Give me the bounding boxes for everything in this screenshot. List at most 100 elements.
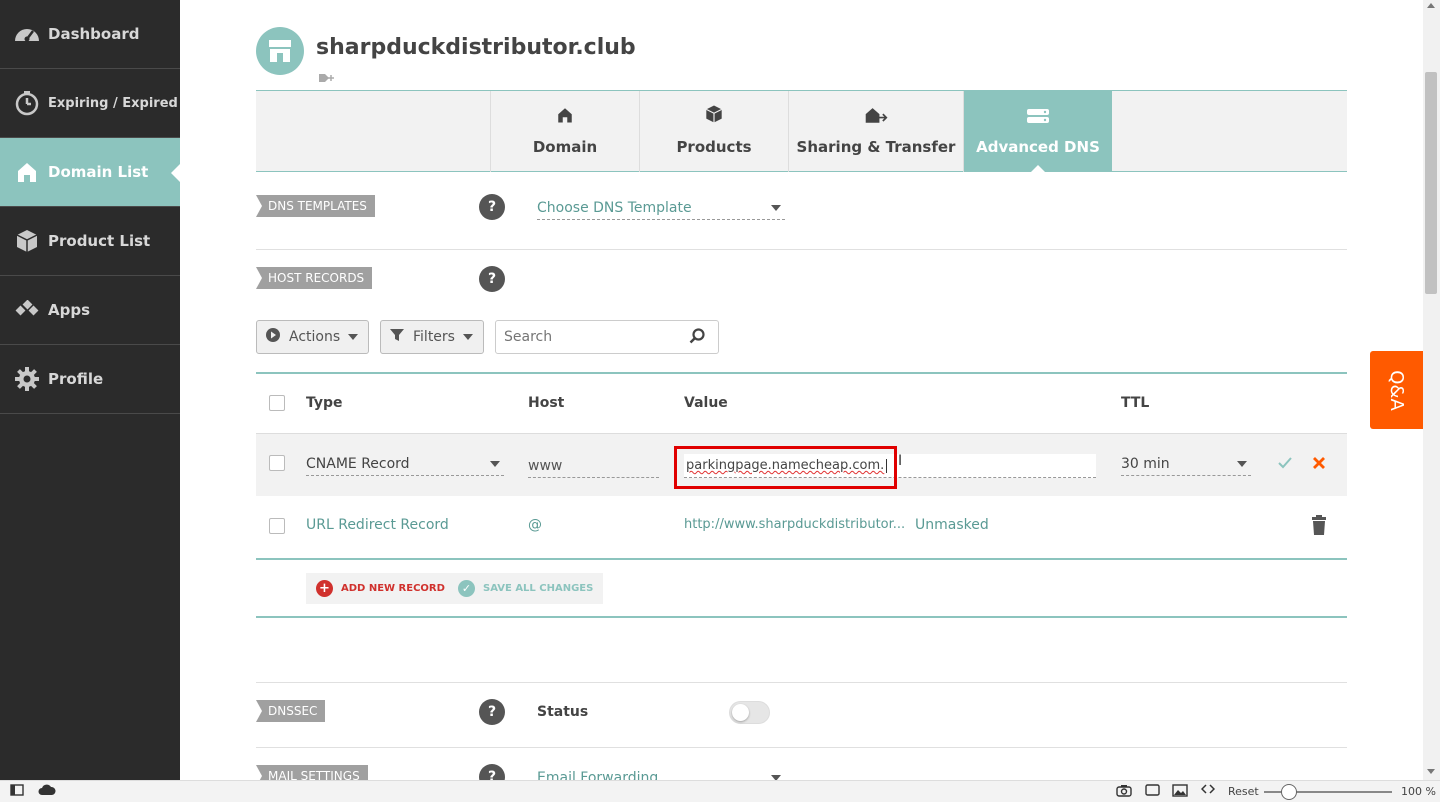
sidebar-item-apps[interactable]: Apps [0,276,180,345]
value-text[interactable]: http://www.sharpduckdistributor... [684,517,905,532]
row-checkbox[interactable] [269,455,285,471]
dnssec-help-button[interactable]: ? [479,699,505,725]
host-value: www [528,457,563,474]
chevron-down-icon [462,334,473,340]
dns-template-select[interactable]: Choose DNS Template [537,196,785,220]
tab-label: Sharing & Transfer [796,138,956,156]
home-icon [12,157,42,187]
record-type-text[interactable]: URL Redirect Record [306,517,449,533]
store-icon [256,27,304,75]
add-new-record-button[interactable]: + ADD NEW RECORD [306,573,455,604]
box-icon [704,104,724,128]
table-bottom-border [256,558,1347,560]
sidebar-item-label: Apps [48,301,91,319]
mail-settings-label: MAIL SETTINGS [256,765,368,780]
column-host: Host [528,395,565,411]
window-icon[interactable] [1145,784,1160,796]
dns-templates-help-button[interactable]: ? [479,194,505,220]
save-row-check-icon[interactable] [1277,455,1293,474]
zoom-level: 100 % [1401,785,1436,798]
tab-sharing-transfer[interactable]: Sharing & Transfer [788,91,963,172]
row-checkbox[interactable] [269,518,285,534]
dns-templates-label: DNS TEMPLATES [256,195,375,217]
sidebar-item-product-list[interactable]: Product List [0,207,180,276]
chevron-down-icon [771,204,781,211]
sidebar: Dashboard Expiring / Expired Domain List… [0,0,180,780]
save-all-changes-button[interactable]: ✓ SAVE ALL CHANGES [448,573,604,604]
cloud-icon[interactable] [38,784,56,796]
plus-icon: + [316,580,333,597]
page-title: sharpduckdistributor.club [316,35,636,60]
add-tag-icon[interactable] [318,70,334,89]
chevron-down-icon [490,460,500,467]
server-icon [1026,108,1050,128]
tab-label: Advanced DNS [976,138,1100,156]
zoom-reset-button[interactable]: Reset [1228,785,1259,798]
dnssec-status-label: Status [537,704,589,720]
mail-settings-help-button[interactable]: ? [479,764,505,780]
qa-button[interactable]: Q&A [1370,351,1423,429]
sidebar-item-label: Profile [48,370,104,388]
tab-domain[interactable]: Domain [490,91,639,172]
sidebar-item-label: Domain List [48,163,149,181]
cancel-row-close-icon[interactable] [1312,455,1326,474]
search-input[interactable] [495,320,719,354]
sidebar-item-profile[interactable]: Profile [0,345,180,414]
trash-icon[interactable] [1311,515,1327,539]
chevron-down-icon [348,334,359,340]
actions-button[interactable]: Actions [256,320,370,354]
highlight-box [674,446,897,489]
check-circle-icon: ✓ [458,580,475,597]
host-records-label: HOST RECORDS [256,267,373,289]
filters-label: Filters [413,329,455,345]
sidebar-item-expiring[interactable]: Expiring / Expired [0,69,180,138]
ttl-value: 30 min [1121,455,1170,472]
play-circle-icon [265,327,281,347]
sidebar-item-domain-list[interactable]: Domain List [0,138,180,207]
sidebar-item-label: Expiring / Expired [48,95,178,111]
host-text[interactable]: @ [528,517,542,533]
filter-icon [389,327,405,347]
scrollbar-thumb[interactable] [1425,72,1437,294]
dnssec-label: DNSSEC [256,700,326,722]
column-value: Value [684,395,728,411]
panel-icon[interactable] [10,784,24,796]
ttl-select[interactable]: 30 min [1121,452,1251,476]
masking-text[interactable]: Unmasked [915,517,989,533]
mail-settings-select-value: Email Forwarding [537,769,659,781]
box-icon [12,226,42,256]
filters-button[interactable]: Filters [380,320,484,354]
gear-icon [12,364,42,394]
divider [256,682,1347,683]
host-input[interactable]: www [528,454,659,478]
tab-products[interactable]: Products [639,91,788,172]
home-icon [556,106,574,128]
scroll-down-arrow-icon[interactable] [1427,769,1435,774]
column-ttl: TTL [1121,395,1150,411]
search-icon[interactable] [689,328,705,348]
host-records-help-button[interactable]: ? [479,266,505,292]
sidebar-item-dashboard[interactable]: Dashboard [0,0,180,69]
zoom-slider-handle[interactable] [1281,784,1297,800]
i-beam-cursor-icon: I [898,453,903,469]
divider [256,249,1347,250]
scroll-up-arrow-icon[interactable] [1427,3,1435,8]
image-icon[interactable] [1172,784,1188,797]
sidebar-item-label: Dashboard [48,25,140,43]
select-all-checkbox[interactable] [269,395,285,411]
divider [256,747,1347,748]
column-type: Type [306,395,343,411]
dnssec-toggle[interactable] [729,701,770,724]
home-share-icon [864,106,888,128]
camera-icon[interactable] [1116,784,1132,797]
sidebar-item-label: Product List [48,232,151,250]
tab-advanced-dns[interactable]: Advanced DNS [963,91,1112,173]
mail-settings-select[interactable]: Email Forwarding [537,766,785,780]
domain-tabs: Domain Products Sharing & Transfer Advan… [256,90,1347,173]
record-type-select[interactable]: CNAME Record [306,452,504,476]
actions-label: Actions [289,329,341,345]
code-icon[interactable] [1201,784,1215,794]
chevron-down-icon [1237,460,1247,467]
stopwatch-icon [12,88,42,118]
record-type-value: CNAME Record [306,455,410,472]
